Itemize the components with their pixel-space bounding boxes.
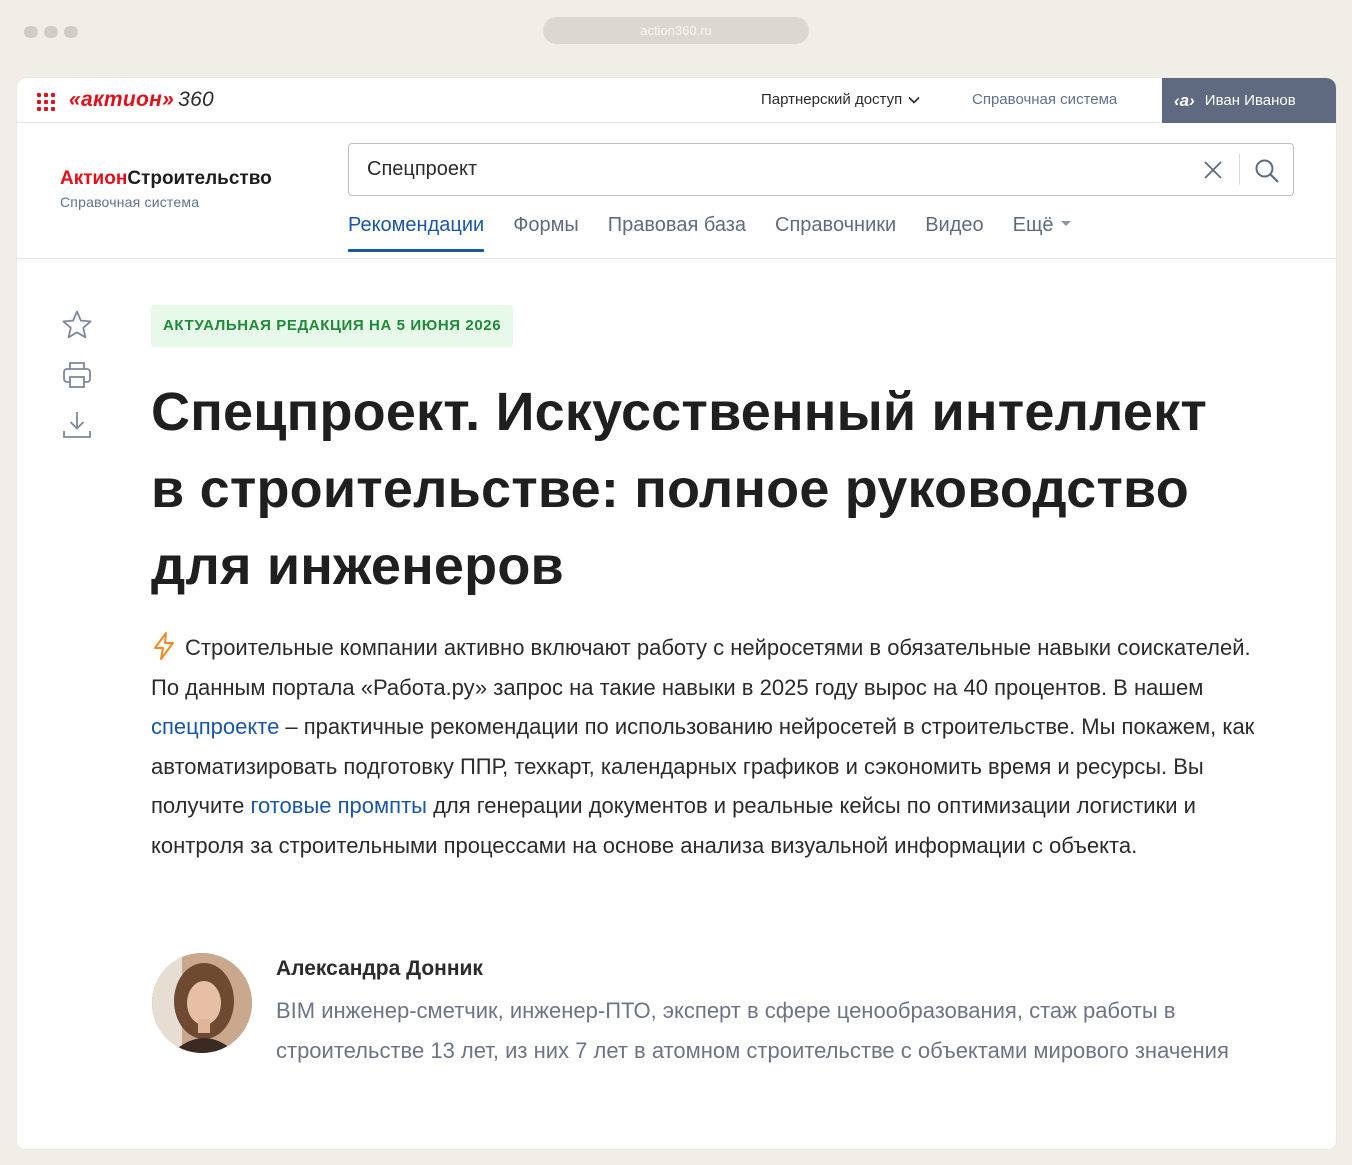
article-tools bbox=[59, 307, 95, 457]
edition-badge: АКТУАЛЬНАЯ РЕДАКЦИЯ НА 5 ИЮНЯ 2026 bbox=[151, 305, 514, 347]
author-name: Александра Донник bbox=[276, 957, 483, 980]
search-icon[interactable] bbox=[1253, 157, 1281, 185]
window-dot[interactable] bbox=[24, 26, 38, 38]
browser-chrome: action360.ru bbox=[0, 0, 1352, 60]
logo-text: «актион» bbox=[69, 88, 175, 111]
ready-prompts-link[interactable]: готовые промпты bbox=[250, 793, 427, 818]
tab-more-label: Ещё bbox=[1012, 214, 1054, 236]
tab-more[interactable]: Ещё bbox=[1013, 214, 1071, 252]
article-title: Спецпроект. Искусственный интеллект в ст… bbox=[151, 382, 1208, 596]
brand-logo[interactable]: АктионСтроительство Справочная система bbox=[60, 168, 272, 210]
star-icon bbox=[62, 310, 92, 339]
user-name: Иван Иванов bbox=[1204, 92, 1296, 109]
chevron-down-icon bbox=[908, 96, 920, 104]
tab-video[interactable]: Видео bbox=[925, 214, 983, 252]
print-icon bbox=[63, 362, 91, 388]
favorite-button[interactable] bbox=[59, 307, 95, 343]
special-project-link[interactable]: спецпроекте bbox=[151, 714, 279, 739]
brand-subtitle: Справочная система bbox=[60, 194, 200, 210]
article-lead: Строительные компании активно включают р… bbox=[151, 628, 1281, 866]
author-bio: BIM инженер-сметчик, инженер-ПТО, экспер… bbox=[276, 998, 1229, 1063]
print-button[interactable] bbox=[59, 357, 95, 393]
search-input[interactable] bbox=[349, 144, 1189, 195]
search-box bbox=[348, 143, 1294, 196]
download-button[interactable] bbox=[59, 407, 95, 443]
brand-name-black: Строительство bbox=[127, 168, 272, 189]
download-icon bbox=[63, 412, 91, 438]
author-avatar bbox=[152, 953, 252, 1053]
search-divider bbox=[1239, 154, 1240, 185]
window-dot[interactable] bbox=[64, 26, 78, 38]
logo-number: 360 bbox=[178, 88, 215, 111]
tab-recommendations[interactable]: Рекомендации bbox=[348, 214, 485, 252]
page: «актион» 360 Партнерский доступ Справочна… bbox=[17, 78, 1336, 1149]
section-tabs: Рекомендации Формы Правовая база Справоч… bbox=[348, 214, 1100, 252]
aktion-mark-icon: ‹a› bbox=[1174, 90, 1195, 110]
author-photo bbox=[152, 953, 252, 1053]
partner-access-label: Партнерский доступ bbox=[761, 91, 903, 108]
lightning-icon bbox=[154, 632, 174, 660]
tab-legal-base[interactable]: Правовая база bbox=[608, 214, 746, 252]
window-dot[interactable] bbox=[44, 26, 58, 38]
lead-text-1: Строительные компании активно включают р… bbox=[151, 635, 1251, 700]
address-bar[interactable]: action360.ru bbox=[543, 17, 809, 44]
caret-down-icon bbox=[1060, 221, 1071, 227]
apps-grid-icon[interactable] bbox=[37, 93, 56, 111]
partner-access-menu[interactable]: Партнерский доступ bbox=[761, 91, 920, 108]
aktion-360-logo[interactable]: «актион» 360 bbox=[69, 88, 214, 112]
window-controls bbox=[24, 26, 78, 38]
tab-handbooks[interactable]: Справочники bbox=[775, 214, 896, 252]
reference-system-link[interactable]: Справочная система bbox=[972, 91, 1117, 108]
close-icon[interactable] bbox=[1201, 158, 1225, 182]
site-header: АктионСтроительство Справочная система Р… bbox=[17, 124, 1336, 259]
top-bar: «актион» 360 Партнерский доступ Справочна… bbox=[17, 78, 1336, 123]
user-account-button[interactable]: ‹a› Иван Иванов bbox=[1162, 78, 1336, 123]
tab-forms[interactable]: Формы bbox=[513, 214, 579, 252]
brand-name: АктионСтроительство bbox=[60, 168, 272, 190]
brand-name-red: Актион bbox=[60, 168, 128, 189]
